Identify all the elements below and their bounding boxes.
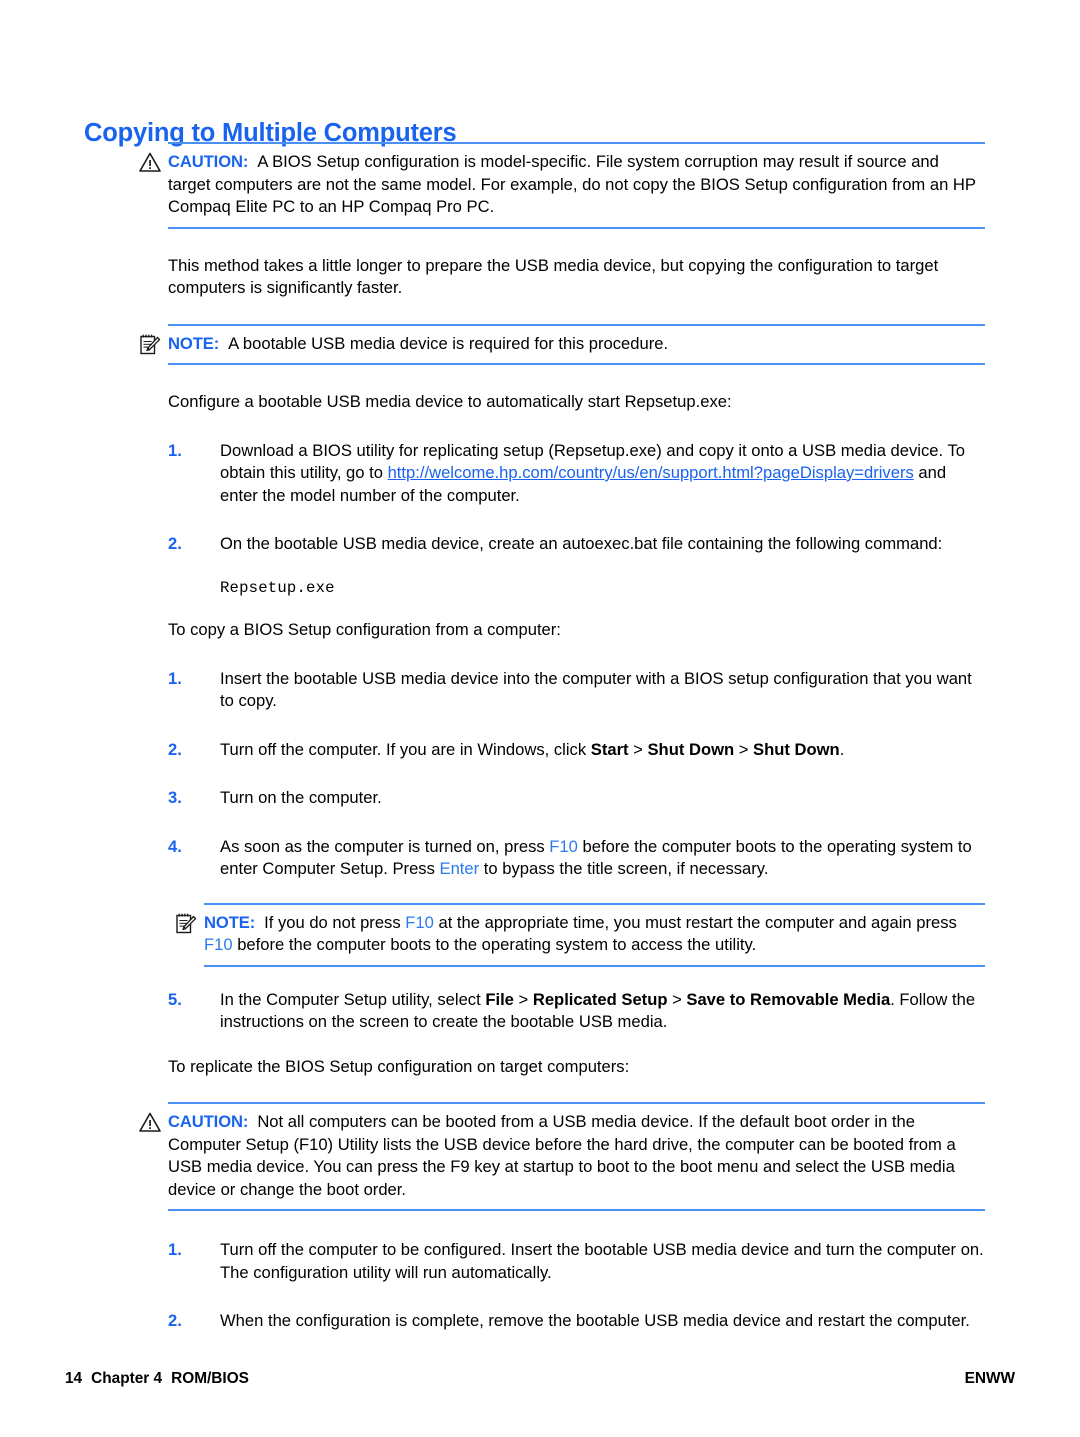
ordered-list-replicate: 1. Turn off the computer to be configure… bbox=[168, 1239, 985, 1333]
caution-box-2-text: CAUTION: Not all computers can be booted … bbox=[168, 1111, 985, 1201]
text-segment: In the Computer Setup utility, select bbox=[220, 989, 486, 1009]
paragraph-text: Configure a bootable USB media device to… bbox=[168, 392, 732, 411]
menu-replicated-setup: Replicated Setup bbox=[532, 989, 668, 1009]
text-segment: . bbox=[839, 739, 845, 759]
menu-start: Start bbox=[590, 739, 629, 759]
caution-body: Not all computers can be booted from a U… bbox=[168, 1112, 956, 1199]
menu-separator: > bbox=[628, 739, 648, 759]
code-text: Repsetup.exe bbox=[220, 578, 335, 597]
list-item-text: Insert the bootable USB media device int… bbox=[220, 668, 972, 711]
list-item: 3. Turn on the computer. bbox=[168, 787, 985, 810]
ordered-list-copy: 1. Insert the bootable USB media device … bbox=[168, 668, 985, 1034]
note-box-1: NOTE: A bootable USB media device is requ… bbox=[140, 323, 985, 365]
footer-chapter: Chapter 4 bbox=[91, 1370, 163, 1387]
caution-box-1-text: CAUTION: A BIOS Setup configuration is mo… bbox=[168, 151, 985, 219]
list-item: 4. As soon as the computer is turned on,… bbox=[168, 836, 985, 881]
list-item-number: 1. bbox=[168, 668, 182, 688]
text-segment: If you do not press bbox=[264, 912, 406, 932]
list-item-text: On the bootable USB media device, create… bbox=[220, 534, 943, 553]
caution-box-2: CAUTION: Not all computers can be booted … bbox=[139, 1102, 985, 1211]
menu-save-to-removable-media: Save to Removable Media bbox=[686, 989, 891, 1009]
menu-file: File bbox=[485, 989, 514, 1009]
note-box-2-text: NOTE: If you do not press F10 at the appr… bbox=[204, 912, 985, 957]
list-item-number: 2. bbox=[168, 534, 182, 553]
list-item-text: In the Computer Setup utility, select Fi… bbox=[220, 990, 975, 1032]
document-page: Copying to Multiple Computers CAUTION: A … bbox=[0, 0, 1080, 1437]
warning-triangle-icon bbox=[138, 1110, 162, 1134]
paragraph-method-intro: This method takes a little longer to pre… bbox=[168, 255, 985, 300]
list-item-text: Turn off the computer to be configured. … bbox=[220, 1240, 984, 1282]
paragraph-copy-intro: To copy a BIOS Setup configuration from … bbox=[168, 619, 985, 642]
note-box-1-text: NOTE: A bootable USB media device is requ… bbox=[168, 333, 985, 356]
note-label: NOTE: bbox=[204, 912, 256, 932]
list-item-number: 1. bbox=[168, 440, 182, 460]
menu-separator: > bbox=[734, 739, 754, 759]
menu-shut-down-2: Shut Down bbox=[753, 739, 840, 759]
list-item-number: 4. bbox=[168, 836, 182, 856]
warning-triangle-icon bbox=[138, 150, 162, 174]
text-segment: at the appropriate time, you must restar… bbox=[433, 912, 957, 932]
list-item-number: 2. bbox=[168, 1311, 182, 1330]
note-pad-pencil-icon bbox=[138, 332, 162, 356]
note-label: NOTE: bbox=[168, 333, 220, 353]
paragraph-replicate-intro: To replicate the BIOS Setup configuratio… bbox=[168, 1056, 985, 1079]
key-f10[interactable]: F10 bbox=[549, 837, 578, 856]
list-item-text: Turn on the computer. bbox=[220, 788, 382, 807]
list-item: 1. Download a BIOS utility for replicati… bbox=[168, 440, 985, 508]
code-block: Repsetup.exe bbox=[168, 576, 985, 600]
key-f10[interactable]: F10 bbox=[405, 913, 434, 932]
ordered-list-configure: 1. Download a BIOS utility for replicati… bbox=[168, 440, 985, 600]
list-item-number: 3. bbox=[168, 788, 182, 807]
caution-label: CAUTION: bbox=[168, 152, 249, 171]
note-pad-pencil-icon bbox=[174, 911, 198, 935]
list-item: 1. Turn off the computer to be configure… bbox=[168, 1239, 985, 1284]
footer-page-number: 14 bbox=[65, 1370, 83, 1387]
paragraph-text: To replicate the BIOS Setup configuratio… bbox=[168, 1056, 630, 1076]
text-segment: As soon as the computer is turned on, pr… bbox=[220, 836, 550, 856]
text-segment: Turn off the computer. If you are in Win… bbox=[220, 739, 591, 759]
caution-label: CAUTION: bbox=[168, 1112, 249, 1131]
hp-support-link[interactable]: http://welcome.hp.com/country/us/en/supp… bbox=[388, 463, 914, 482]
key-enter[interactable]: Enter bbox=[440, 859, 480, 878]
text-segment: before the computer boots to the operati… bbox=[232, 935, 757, 954]
list-item: 2. On the bootable USB media device, cre… bbox=[168, 533, 985, 556]
paragraph-text: To copy a BIOS Setup configuration from … bbox=[168, 620, 561, 639]
caution-box-1: CAUTION: A BIOS Setup configuration is mo… bbox=[139, 142, 985, 229]
note-body: A bootable USB media device is required … bbox=[228, 333, 669, 353]
footer-left: 14 Chapter 4 ROM/BIOS bbox=[65, 1370, 249, 1388]
menu-separator: > bbox=[667, 989, 687, 1009]
list-item-text: When the configuration is complete, remo… bbox=[220, 1311, 970, 1330]
text-segment: to bypass the title screen, if necessary… bbox=[479, 859, 769, 878]
menu-separator: > bbox=[513, 989, 533, 1009]
list-item: 5. In the Computer Setup utility, select… bbox=[168, 989, 985, 1034]
paragraph-text: This method takes a little longer to pre… bbox=[168, 255, 939, 298]
footer-section: ROM/BIOS bbox=[171, 1370, 249, 1387]
list-item: 1. Insert the bootable USB media device … bbox=[168, 668, 985, 713]
page-footer: 14 Chapter 4 ROM/BIOS ENWW bbox=[0, 1370, 1080, 1390]
list-item: 2. When the configuration is complete, r… bbox=[168, 1310, 985, 1333]
note-box-2: NOTE: If you do not press F10 at the appr… bbox=[176, 902, 985, 967]
paragraph-configure-intro: Configure a bootable USB media device to… bbox=[168, 391, 985, 414]
caution-body: A BIOS Setup configuration is model-spec… bbox=[168, 152, 976, 216]
list-item-text: Turn off the computer. If you are in Win… bbox=[220, 740, 844, 759]
footer-locale: ENWW bbox=[964, 1370, 1015, 1387]
list-item-number: 5. bbox=[168, 989, 182, 1009]
menu-shut-down-1: Shut Down bbox=[647, 739, 735, 759]
list-item-text: As soon as the computer is turned on, pr… bbox=[220, 837, 972, 879]
list-item: 2. Turn off the computer. If you are in … bbox=[168, 739, 985, 762]
key-f10[interactable]: F10 bbox=[204, 935, 233, 954]
list-item-text: Download a BIOS utility for replicating … bbox=[220, 441, 965, 505]
page-content: CAUTION: A BIOS Setup configuration is mo… bbox=[0, 142, 1080, 1333]
list-item-number: 2. bbox=[168, 739, 182, 759]
list-item-number: 1. bbox=[168, 1240, 182, 1259]
